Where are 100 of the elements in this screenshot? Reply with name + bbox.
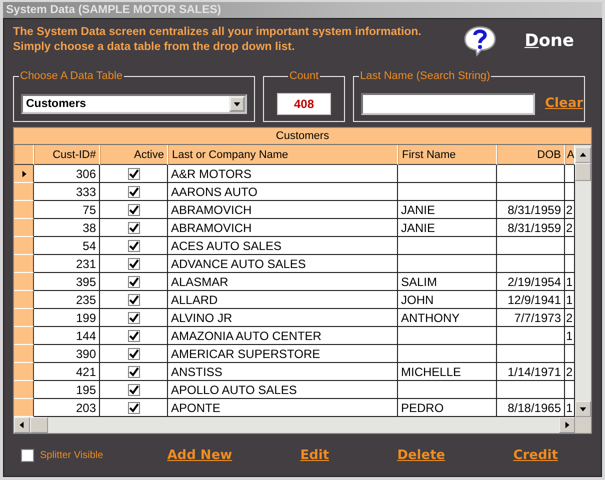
row-selector[interactable] <box>14 345 34 363</box>
splitter-label: Splitter Visible <box>40 450 104 460</box>
table-cell: JANIE <box>398 219 497 237</box>
grid-title: Customers <box>14 128 591 145</box>
table-cell <box>497 255 565 273</box>
active-checkbox[interactable] <box>128 330 140 342</box>
table-cell: 421 <box>34 363 100 381</box>
column-header[interactable]: First Name <box>398 145 497 165</box>
active-checkbox[interactable] <box>128 222 140 234</box>
table-cell: JANIE <box>398 201 497 219</box>
row-selector[interactable] <box>14 273 34 291</box>
active-checkbox[interactable] <box>128 366 140 378</box>
table-cell: 8/31/1959 <box>497 219 565 237</box>
table-dropdown[interactable]: Customers <box>21 94 247 114</box>
column-header[interactable]: Cust-ID# <box>34 145 100 165</box>
table-cell: AARONS AUTO <box>168 183 398 201</box>
table-cell: ALLARD <box>168 291 398 309</box>
table-cell: MICHELLE <box>398 363 497 381</box>
table-cell <box>497 183 565 201</box>
table-cell: 199 <box>34 309 100 327</box>
column-header[interactable]: Active <box>100 145 168 165</box>
column-header[interactable]: Last or Company Name <box>168 145 398 165</box>
active-checkbox[interactable] <box>128 348 140 360</box>
action-link[interactable]: Credit <box>513 448 558 462</box>
table-cell: 195 <box>34 381 100 399</box>
active-checkbox[interactable] <box>128 168 140 180</box>
count-value: 408 <box>277 92 331 114</box>
group-label: Last Name (Search String) <box>359 70 492 82</box>
scroll-right-icon[interactable] <box>559 417 575 433</box>
help-icon[interactable] <box>462 25 497 57</box>
table-cell: 54 <box>34 237 100 255</box>
row-selector[interactable] <box>14 327 34 345</box>
table-cell: 75 <box>34 201 100 219</box>
column-header[interactable]: DOB <box>497 145 565 165</box>
column-header[interactable]: A <box>565 145 575 165</box>
row-selector[interactable] <box>14 237 34 255</box>
row-selector[interactable] <box>14 219 34 237</box>
table-cell: JOHN <box>398 291 497 309</box>
table-cell: 231 <box>34 255 100 273</box>
table-cell <box>497 237 565 255</box>
table-cell: 144 <box>34 327 100 345</box>
row-selector[interactable] <box>14 399 34 417</box>
table-cell: AMERICAR SUPERSTORE <box>168 345 398 363</box>
active-checkbox[interactable] <box>128 204 140 216</box>
scroll-thumb[interactable] <box>30 417 48 433</box>
row-selector[interactable] <box>14 363 34 381</box>
table-cell: ALASMAR <box>168 273 398 291</box>
splitter-checkbox[interactable] <box>21 448 34 462</box>
table-cell: ALVINO JR <box>168 309 398 327</box>
current-row-icon <box>20 170 28 178</box>
table-cell: ANTHONY <box>398 309 497 327</box>
table-cell: A&R MOTORS <box>168 165 398 183</box>
active-checkbox[interactable] <box>128 402 140 414</box>
active-checkbox[interactable] <box>128 384 140 396</box>
row-selector[interactable] <box>14 201 34 219</box>
action-link[interactable]: Delete <box>397 448 446 462</box>
table-cell: 235 <box>34 291 100 309</box>
action-link[interactable]: Add New <box>167 448 232 462</box>
row-selector[interactable] <box>14 183 34 201</box>
scroll-left-icon[interactable] <box>14 417 30 433</box>
table-cell: 7/7/1973 <box>497 309 565 327</box>
table-cell: ACES AUTO SALES <box>168 237 398 255</box>
table-cell <box>497 345 565 363</box>
done-button[interactable]: Done <box>524 31 574 51</box>
active-checkbox[interactable] <box>128 186 140 198</box>
row-selector[interactable] <box>14 381 34 399</box>
scrollbar-corner <box>575 417 591 433</box>
intro-text: Simply choose a data table from the drop down list. <box>13 40 296 55</box>
group-label: Choose A Data Table <box>19 70 124 82</box>
scroll-thumb[interactable] <box>575 163 591 181</box>
action-link[interactable]: Edit <box>300 448 330 462</box>
table-cell <box>497 165 565 183</box>
table-cell: 395 <box>34 273 100 291</box>
horizontal-scrollbar[interactable] <box>14 417 591 433</box>
row-selector[interactable] <box>14 291 34 309</box>
active-checkbox[interactable] <box>128 312 140 324</box>
table-cell: ABRAMOVICH <box>168 201 398 219</box>
table-cell: ABRAMOVICH <box>168 219 398 237</box>
row-selector[interactable] <box>14 309 34 327</box>
table-cell: 2/19/1954 <box>497 273 565 291</box>
group-label: Count <box>288 70 320 82</box>
row-selector[interactable] <box>14 255 34 273</box>
active-checkbox[interactable] <box>128 258 140 270</box>
vertical-scrollbar[interactable] <box>575 145 591 417</box>
scroll-down-icon[interactable] <box>575 401 591 417</box>
clear-link[interactable]: Clear <box>545 96 583 111</box>
row-selector[interactable] <box>14 165 34 183</box>
scroll-up-icon[interactable] <box>575 147 591 163</box>
table-cell <box>497 381 565 399</box>
active-checkbox[interactable] <box>128 240 140 252</box>
active-checkbox[interactable] <box>128 294 140 306</box>
table-cell: 333 <box>34 183 100 201</box>
table-cell: 390 <box>34 345 100 363</box>
active-checkbox[interactable] <box>128 276 140 288</box>
intro-text: The System Data screen centralizes all your important system information. <box>13 25 422 40</box>
table-cell: AMAZONIA AUTO CENTER <box>168 327 398 345</box>
table-cell: 1/14/1971 <box>497 363 565 381</box>
table-cell: ANSTISS <box>168 363 398 381</box>
search-field[interactable] <box>361 92 535 114</box>
table-cell: ADVANCE AUTO SALES <box>168 255 398 273</box>
